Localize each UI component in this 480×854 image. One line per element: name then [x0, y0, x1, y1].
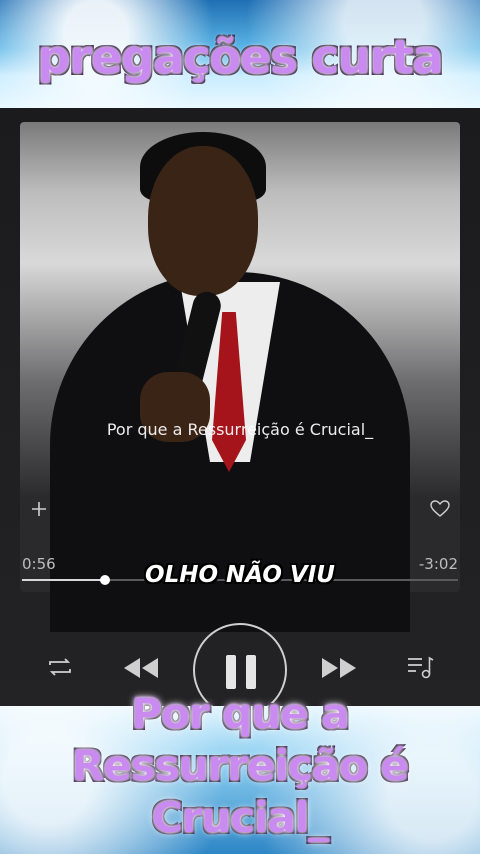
plus-icon[interactable]	[30, 500, 48, 521]
playlist-icon[interactable]	[406, 654, 434, 683]
track-title: OLHO NÃO VIU	[145, 562, 335, 588]
caption-line-3: Crucial_	[151, 793, 329, 842]
banner-title: pregações curta	[37, 30, 444, 84]
heart-icon[interactable]	[430, 500, 450, 521]
pause-icon	[226, 655, 236, 689]
speaker-face	[148, 146, 258, 296]
music-player: Por que a Ressurreição é Crucial_ 0:56 -…	[0, 108, 480, 706]
caption-line-2: Ressurreição é	[71, 741, 409, 790]
caption-text: Por que a Ressurreição é Crucial_	[0, 688, 480, 844]
video-thumbnail	[20, 122, 460, 632]
caption-line-1: Por que a	[131, 689, 349, 738]
rewind-icon[interactable]	[122, 656, 160, 683]
repeat-icon[interactable]	[46, 656, 74, 681]
fast-forward-icon[interactable]	[320, 656, 358, 683]
video-overlay-text: Por que a Ressurreição é Crucial_	[106, 420, 374, 439]
